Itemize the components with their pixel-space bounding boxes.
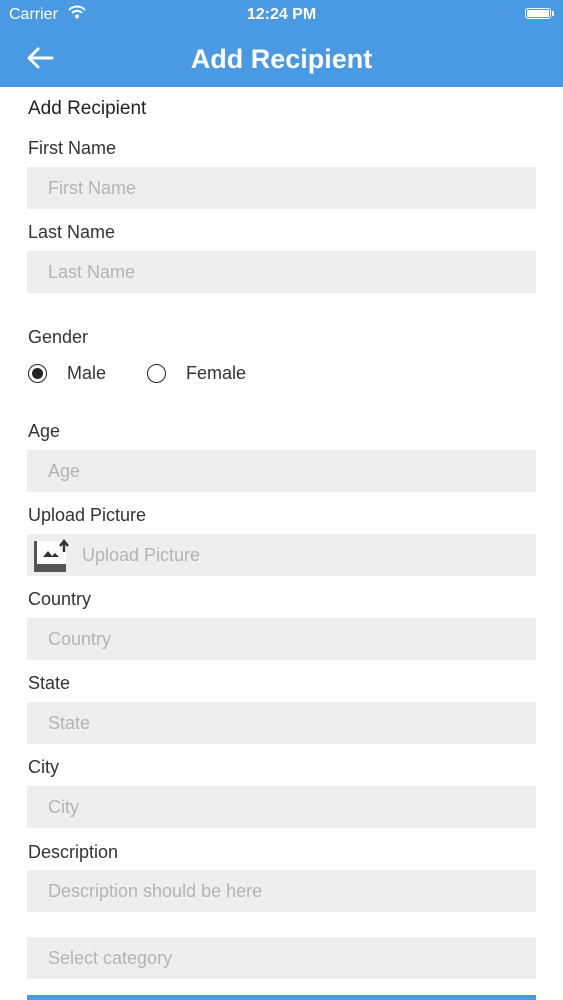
description-field[interactable]: Description should be here bbox=[27, 870, 536, 912]
gender-option-female: Female bbox=[186, 362, 247, 383]
last-name-field[interactable]: Last Name bbox=[27, 251, 536, 293]
upload-picture-label: Upload Picture bbox=[28, 505, 147, 525]
status-bar: Carrier 12:24 PM bbox=[0, 0, 563, 30]
upload-picture-field[interactable]: Upload Picture bbox=[27, 534, 536, 576]
age-label: Age bbox=[28, 421, 61, 441]
age-placeholder: Age bbox=[48, 461, 81, 481]
upload-picture-placeholder: Upload Picture bbox=[82, 545, 201, 565]
state-field[interactable]: State bbox=[27, 702, 536, 744]
gender-label: Gender bbox=[28, 327, 89, 347]
category-placeholder: Select category bbox=[48, 948, 173, 968]
city-label: City bbox=[28, 757, 59, 777]
page-title: Add Recipient bbox=[190, 44, 373, 74]
last-name-placeholder: Last Name bbox=[48, 262, 136, 282]
state-placeholder: State bbox=[48, 713, 91, 733]
country-label: Country bbox=[28, 589, 92, 609]
age-field[interactable]: Age bbox=[27, 450, 536, 492]
status-time: 12:24 PM bbox=[246, 6, 317, 23]
gender-radio-male[interactable]: Male bbox=[28, 361, 106, 385]
first-name-field[interactable]: First Name bbox=[27, 167, 536, 209]
country-field[interactable]: Country bbox=[27, 618, 536, 660]
state-label: State bbox=[28, 673, 71, 693]
first-name-label: First Name bbox=[28, 138, 117, 158]
gender-radio-female[interactable]: Female bbox=[147, 361, 246, 385]
description-placeholder: Description should be here bbox=[48, 881, 263, 901]
last-name-label: Last Name bbox=[28, 222, 116, 242]
first-name-placeholder: First Name bbox=[48, 178, 137, 198]
nav-bar: Add Recipient bbox=[0, 30, 563, 87]
radio-unchecked-icon bbox=[147, 363, 166, 383]
city-placeholder: City bbox=[48, 797, 79, 817]
city-field[interactable]: City bbox=[27, 786, 536, 828]
description-label: Description bbox=[28, 842, 119, 862]
category-select[interactable]: Select category bbox=[27, 937, 536, 979]
radio-checked-icon bbox=[28, 363, 47, 383]
gender-option-male: Male bbox=[67, 362, 107, 383]
image-upload-icon bbox=[34, 538, 69, 572]
section-title: Add Recipient bbox=[28, 98, 147, 119]
battery-icon bbox=[525, 8, 554, 19]
submit-button-edge[interactable] bbox=[27, 995, 536, 1000]
country-placeholder: Country bbox=[48, 629, 112, 649]
